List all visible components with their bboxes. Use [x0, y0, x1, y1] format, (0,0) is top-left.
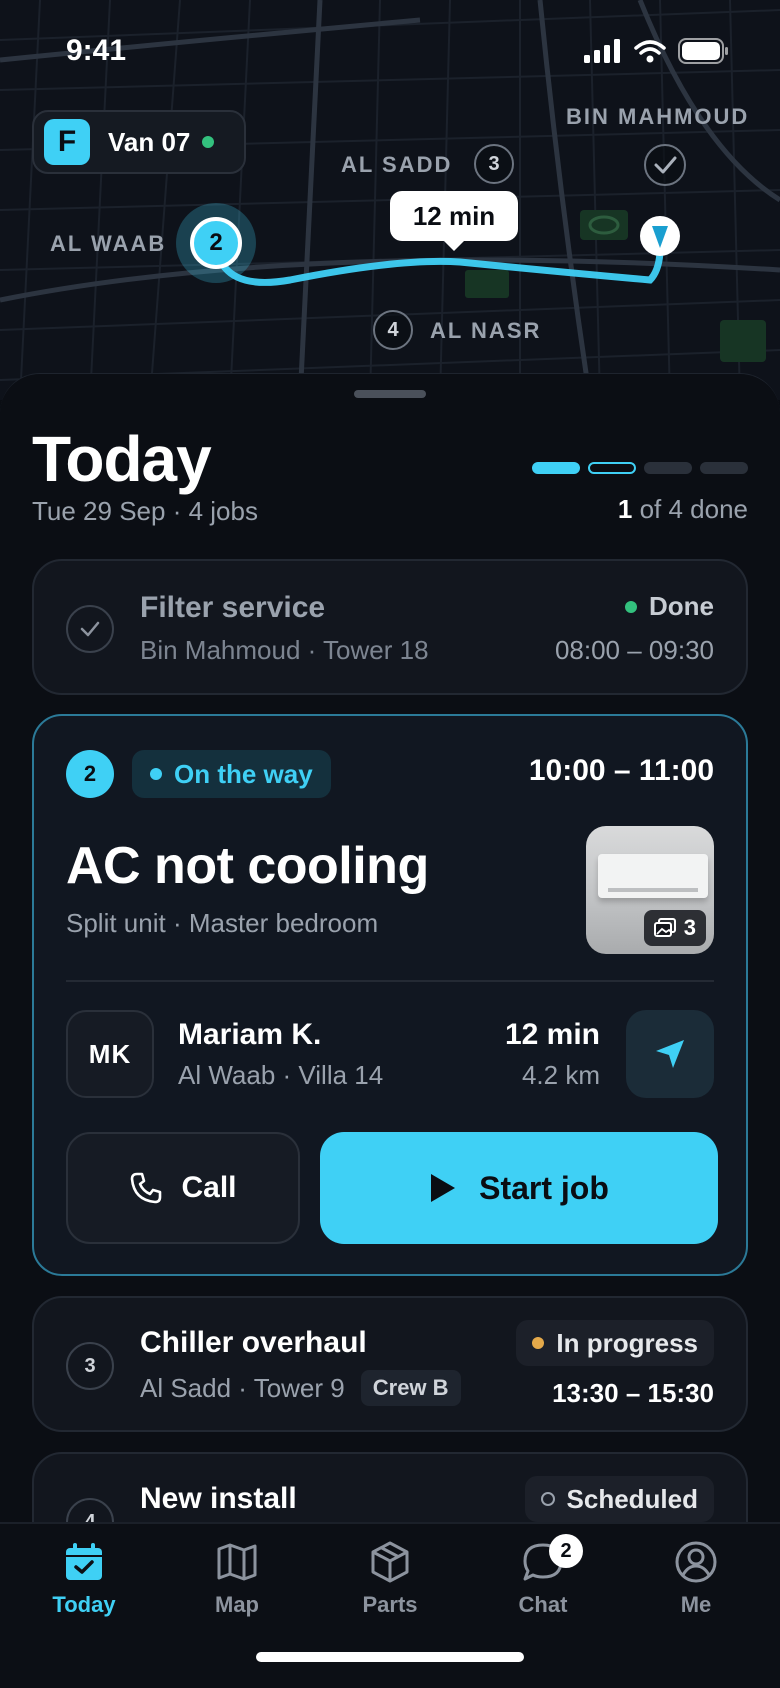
- status-label: Done: [649, 591, 714, 621]
- jobs-sheet[interactable]: Today Tue 29 Sep · 4 jobs 1 of 4 done Fi…: [0, 373, 780, 1688]
- tab-label: Today: [52, 1592, 116, 1617]
- call-button[interactable]: Call: [66, 1132, 300, 1244]
- job-title: New install: [140, 1482, 297, 1515]
- cellular-signal-icon: [584, 39, 620, 63]
- job-time: 10:00 – 11:00: [528, 754, 714, 787]
- tab-map[interactable]: Map: [177, 1540, 297, 1618]
- progress-segment: [532, 462, 580, 474]
- phone-icon: [131, 1172, 162, 1204]
- crew-badge: Crew B: [360, 1370, 461, 1406]
- chat-unread-badge: 2: [549, 1534, 583, 1568]
- map-stop-2[interactable]: 2: [190, 217, 242, 269]
- vehicle-chip[interactable]: F Van 07: [32, 110, 246, 174]
- customer-name: Mariam K.: [178, 1018, 322, 1051]
- call-button-label: Call: [181, 1171, 237, 1204]
- tab-label: Map: [215, 1592, 259, 1617]
- job-location: Bin Mahmoud · Tower 18: [140, 635, 429, 665]
- map-label-al-sadd: AL SADD: [341, 152, 453, 177]
- job-title: Chiller overhaul: [140, 1326, 367, 1359]
- photos-icon: [653, 918, 676, 937]
- tab-bar: Today Map Parts 2 Chat Me: [0, 1522, 780, 1688]
- home-indicator[interactable]: [256, 1652, 524, 1662]
- photo-count-value: 3: [683, 915, 696, 940]
- sheet-grabber[interactable]: [354, 390, 426, 398]
- navigate-button[interactable]: [626, 1010, 714, 1098]
- map-label-al-nasr: AL NASR: [430, 318, 542, 343]
- page-subtitle: Tue 29 Sep · 4 jobs: [32, 496, 258, 526]
- status-badge: Done: [625, 591, 714, 622]
- done-count-number: 1: [617, 494, 633, 524]
- status-label: Scheduled: [566, 1483, 698, 1514]
- tab-chat[interactable]: 2 Chat: [483, 1534, 603, 1618]
- job-photo-thumbnail[interactable]: 3: [586, 826, 714, 954]
- avatar: MK: [66, 1010, 154, 1098]
- start-job-button[interactable]: Start job: [320, 1132, 718, 1244]
- battery-icon: [678, 38, 728, 64]
- job-location-row: Al Sadd · Tower 9 Crew B: [140, 1370, 461, 1406]
- map-stop-3[interactable]: 3: [474, 144, 514, 184]
- tab-parts[interactable]: Parts: [330, 1540, 450, 1618]
- status-dot: [532, 1337, 545, 1349]
- job-card-current[interactable]: 2 On the way 10:00 – 11:00 AC not coolin…: [32, 714, 748, 1276]
- online-status-dot: [202, 136, 215, 148]
- route-map[interactable]: 9:41 F Van 07 AL WAAB AL SADD 3 BIN MAHM…: [0, 0, 780, 400]
- fleet-logo-icon: F: [44, 119, 90, 165]
- job-number: 3: [66, 1342, 114, 1390]
- package-icon: [371, 1541, 409, 1583]
- status-badge: In progress: [516, 1320, 714, 1366]
- tab-label: Chat: [518, 1592, 568, 1617]
- tab-label: Parts: [362, 1592, 418, 1617]
- job-location: Split unit · Master bedroom: [66, 908, 379, 938]
- start-job-label: Start job: [479, 1169, 609, 1206]
- map-stop-4[interactable]: 4: [373, 310, 413, 350]
- status-badge: Scheduled: [524, 1476, 714, 1522]
- play-icon: [431, 1174, 456, 1202]
- wifi-icon: [634, 40, 666, 63]
- job-title: Filter service: [140, 591, 326, 624]
- vehicle-name: Van 07: [108, 126, 191, 157]
- progress-segment: [644, 462, 692, 474]
- progress-segment: [700, 462, 748, 474]
- clock: 9:41: [66, 34, 127, 67]
- status-badge: On the way: [132, 750, 331, 798]
- status-dot: [150, 768, 162, 780]
- job-card-chiller[interactable]: 3 Chiller overhaul Al Sadd · Tower 9 Cre…: [32, 1296, 748, 1432]
- customer-address: Al Waab · Villa 14: [178, 1060, 384, 1090]
- divider: [66, 980, 714, 982]
- job-location: Al Sadd · Tower 9: [140, 1372, 345, 1403]
- tab-me[interactable]: Me: [636, 1540, 756, 1618]
- tab-today[interactable]: Today: [24, 1540, 144, 1618]
- job-title: AC not cooling: [66, 837, 429, 895]
- status-label: In progress: [556, 1327, 698, 1358]
- done-count: 1 of 4 done: [618, 494, 748, 525]
- progress-segment: [588, 462, 636, 474]
- ac-vent: [608, 888, 698, 892]
- calendar-check-icon: [66, 1543, 102, 1580]
- tab-label: Me: [680, 1592, 712, 1617]
- map-label-al-waab: AL WAAB: [50, 231, 167, 256]
- status-label: On the way: [174, 758, 313, 789]
- status-bar: 9:41: [0, 28, 780, 72]
- job-time: 08:00 – 09:30: [554, 635, 714, 665]
- photo-count: 3: [643, 910, 706, 946]
- route-eta-bubble: 12 min: [390, 191, 518, 251]
- map-icon: [217, 1543, 257, 1581]
- job-card-completed[interactable]: Filter service Bin Mahmoud · Tower 18 Do…: [32, 559, 748, 695]
- navigation-arrow-icon: [656, 1040, 684, 1068]
- status-dot: [540, 1492, 555, 1506]
- status-dot: [625, 600, 637, 613]
- day-progress-bar: [532, 462, 748, 474]
- page-title: Today: [32, 423, 212, 495]
- eta-distance: 4.2 km: [521, 1060, 600, 1090]
- completed-check-icon: [66, 605, 114, 653]
- profile-icon: [675, 1541, 717, 1583]
- done-count-total: of 4 done: [632, 494, 748, 524]
- map-label-bin-mahmoud: BIN MAHMOUD: [566, 104, 750, 129]
- job-time: 13:30 – 15:30: [552, 1378, 714, 1408]
- eta-time: 12 min: [504, 1018, 600, 1051]
- job-number: 2: [66, 750, 114, 798]
